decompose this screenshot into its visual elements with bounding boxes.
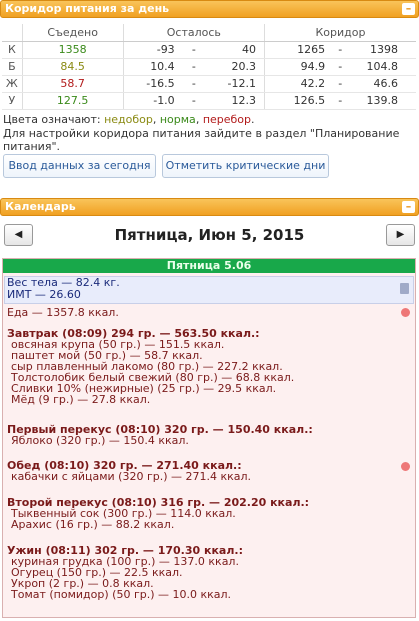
range-dash: - (178, 92, 209, 110)
corridor-header-eaten: Съедено (22, 24, 124, 42)
corridor-max: 46.6 (355, 75, 416, 93)
legend-sep-1: , (152, 113, 157, 126)
calendar-panel-title: Календарь (5, 200, 76, 213)
calendar-minimize-button[interactable]: – (402, 201, 415, 213)
bmi-text: ИМТ — 26.60 (7, 288, 81, 301)
meal-block: Завтрак (08:09) 294 гр. — 563.50 ккал.: о… (7, 328, 407, 405)
corridor-header-corridor: Коридор (264, 24, 416, 42)
meal-item: кабачки с яйцами (320 гр.) — 271.4 ккал. (11, 470, 252, 483)
corridor-panel-title: Коридор питания за день (5, 2, 170, 15)
remaining-max: 20.3 (208, 58, 265, 76)
meal-item: Яблоко (320 гр.) — 150.4 ккал. (11, 434, 189, 447)
remaining-min: -1.0 (123, 92, 179, 110)
range-dash: - (325, 92, 356, 110)
corridor-header-remaining: Осталось (123, 24, 266, 42)
legend-sep-2: , (195, 113, 200, 126)
meal-item: Арахис (16 гр.) — 88.2 ккал. (11, 518, 175, 531)
legend-over: перебор (202, 113, 252, 126)
meal-item: Томат (помидор) (50 гр.) — 10.0 ккал. (11, 588, 232, 601)
remaining-max: -12.1 (208, 75, 265, 93)
nutrient-label: Б (2, 58, 23, 76)
remaining-max: 12.3 (208, 92, 265, 110)
nutrient-label: Ж (2, 75, 23, 93)
remaining-min: -16.5 (123, 75, 179, 93)
corridor-max: 139.8 (355, 92, 416, 110)
calendar-panel-header: Календарь – (0, 198, 419, 216)
legend-end: . (251, 113, 255, 126)
corridor-minimize-button[interactable]: – (402, 3, 415, 15)
enter-today-button[interactable]: Ввод данных за сегодня (3, 154, 156, 178)
legend-norm: норма (159, 113, 196, 126)
range-dash: - (178, 41, 209, 59)
meal-item: Мёд (9 гр.) — 27.8 ккал. (11, 393, 151, 406)
next-day-button[interactable]: ▶ (386, 224, 415, 246)
remaining-min: 10.4 (123, 58, 179, 76)
eaten-value: 58.7 (22, 75, 124, 93)
corridor-max: 104.8 (355, 58, 416, 76)
trash-icon[interactable] (400, 283, 409, 294)
legend-prefix: Цвета означают: (3, 113, 101, 126)
legend-under: недобор (104, 113, 153, 126)
corridor-min: 1265 (264, 41, 326, 59)
apple-icon-lunch[interactable] (401, 462, 410, 471)
date-title: Пятница, Июн 5, 2015 (114, 226, 305, 244)
range-dash: - (325, 58, 356, 76)
meal-block: Обед (08:10) 320 гр. — 271.40 ккал.: каба… (7, 460, 407, 482)
corridor-row: Б 84.5 10.4-20.3 94.9-104.8 (2, 58, 416, 76)
day-header[interactable]: Пятница 5.06 (3, 259, 415, 273)
range-dash: - (325, 41, 356, 59)
range-dash: - (178, 58, 209, 76)
corridor-min: 126.5 (264, 92, 326, 110)
corridor-row: У 127.5 -1.0-12.3 126.5-139.8 (2, 92, 416, 110)
color-legend: Цвета означают: недобор, норма, перебор. (3, 113, 255, 126)
corridor-header-blank (2, 24, 23, 42)
corridor-note: Для настройки коридора питания зайдите в… (3, 127, 400, 153)
nutrient-label: У (2, 92, 23, 110)
range-dash: - (178, 75, 209, 93)
weight-box[interactable]: Вес тела — 82.4 кг. ИМТ — 26.60 (4, 276, 414, 304)
apple-icon[interactable] (401, 308, 410, 317)
bmi-line: ИМТ — 26.60 (7, 289, 413, 301)
meal-block: Первый перекус (08:10) 320 гр. — 150.40 … (7, 424, 407, 446)
corridor-max: 1398 (355, 41, 416, 59)
eaten-value: 84.5 (22, 58, 124, 76)
range-dash: - (325, 75, 356, 93)
eaten-value: 127.5 (22, 92, 124, 110)
day-entry: Пятница 5.06 Вес тела — 82.4 кг. ИМТ — 2… (2, 258, 416, 618)
meal-block: Второй перекус (08:10) 316 гр. — 202.20 … (7, 497, 407, 530)
corridor-table: Съедено Осталось Коридор К 1358 -93-40 1265… (2, 24, 416, 110)
remaining-min: -93 (123, 41, 179, 59)
mark-critical-days-button[interactable]: Отметить критические дни (162, 154, 329, 178)
meal-block: Ужин (08:11) 302 гр. — 170.30 ккал.: кури… (7, 545, 407, 600)
corridor-row: К 1358 -93-40 1265-1398 (2, 41, 416, 59)
nutrient-label: К (2, 41, 23, 59)
corridor-row: Ж 58.7 -16.5- -12.1 42.2-46.6 (2, 75, 416, 93)
eaten-value: 1358 (22, 41, 124, 59)
corridor-min: 94.9 (264, 58, 326, 76)
food-total: Еда — 1357.8 ккал. (7, 306, 119, 319)
corridor-panel-header: Коридор питания за день – (0, 0, 419, 18)
remaining-max: 40 (208, 41, 265, 59)
corridor-min: 42.2 (264, 75, 326, 93)
